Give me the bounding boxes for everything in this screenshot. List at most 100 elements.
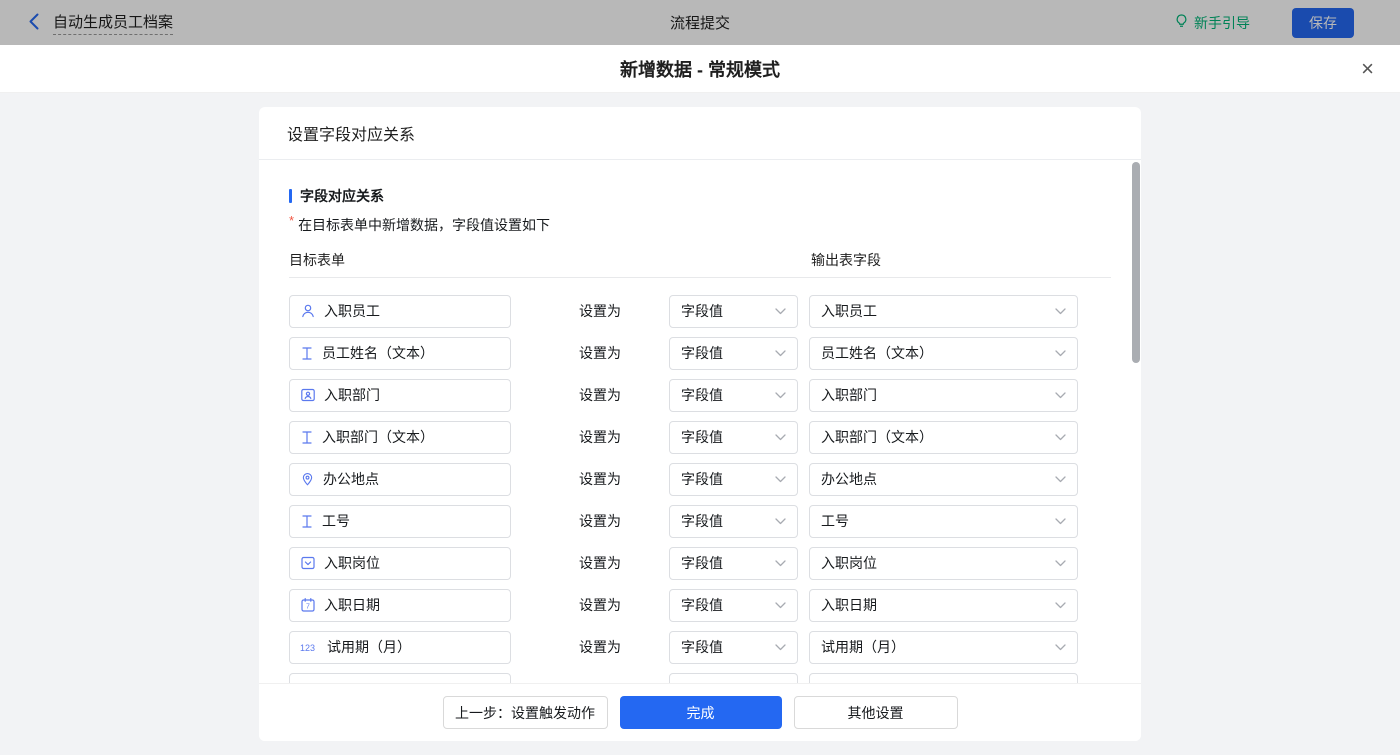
operator-select-value: 字段值 (681, 387, 723, 403)
target-field-input[interactable] (289, 672, 511, 683)
calendar-icon: 7 (300, 597, 316, 613)
set-as-label: 设置为 (579, 345, 621, 361)
field-mapping-row (289, 668, 1141, 683)
operator-select[interactable]: 字段值 (669, 588, 798, 622)
output-field-select-value: 入职岗位 (821, 555, 877, 571)
operator-select[interactable]: 字段值 (669, 420, 798, 454)
chevron-down-icon (1055, 559, 1066, 567)
chevron-down-icon (1055, 475, 1066, 483)
modal-body: 设置字段对应关系 字段对应关系 * 在目标表单中新增数据，字段值设置如下 目标表… (0, 93, 1400, 755)
field-mapping-row: 入职部门 设置为 字段值 入职部门 (289, 374, 1141, 416)
output-field-select-value: 入职日期 (821, 597, 877, 613)
field-mapping-row: 员工姓名（文本） 设置为 字段值 员工姓名（文本） (289, 332, 1141, 374)
target-field-input[interactable]: 员工姓名（文本） (289, 336, 511, 370)
operator-select-value: 字段值 (681, 429, 723, 445)
output-field-select[interactable] (809, 672, 1078, 683)
section-title: 字段对应关系 (300, 188, 384, 204)
chevron-down-icon (775, 391, 786, 399)
set-as-label: 设置为 (579, 471, 621, 487)
operator-select[interactable]: 字段值 (669, 630, 798, 664)
department-icon (300, 387, 316, 403)
output-field-select[interactable]: 办公地点 (809, 462, 1078, 496)
output-field-select[interactable]: 入职岗位 (809, 546, 1078, 580)
chevron-down-icon (775, 475, 786, 483)
svg-text:123: 123 (300, 643, 315, 653)
target-field-label: 入职岗位 (324, 555, 380, 571)
operator-select[interactable] (669, 672, 798, 683)
set-as-label: 设置为 (579, 555, 621, 571)
section-accent-bar (289, 189, 292, 203)
target-field-input[interactable]: 入职员工 (289, 294, 511, 328)
output-field-select-value: 工号 (821, 513, 849, 529)
target-field-label: 入职部门（文本） (322, 429, 434, 445)
chevron-down-icon (1055, 349, 1066, 357)
other-settings-button[interactable]: 其他设置 (793, 696, 958, 729)
chevron-down-icon (775, 349, 786, 357)
set-as-label: 设置为 (579, 597, 621, 613)
chevron-down-icon (1055, 307, 1066, 315)
column-header-output: 输出表字段 (811, 252, 881, 268)
target-field-input[interactable]: 123 试用期（月） (289, 630, 511, 664)
target-field-label: 入职部门 (324, 387, 380, 403)
operator-select[interactable]: 字段值 (669, 336, 798, 370)
operator-select-value: 字段值 (681, 303, 723, 319)
field-mapping-list: 入职员工 设置为 字段值 入职员工 员工姓名（文本） 设置为 字段值 员工姓名（文本） 入职部门… (289, 290, 1141, 683)
text-icon (300, 514, 314, 529)
output-field-select[interactable]: 员工姓名（文本） (809, 336, 1078, 370)
operator-select-value: 字段值 (681, 597, 723, 613)
field-mapping-row: 入职部门（文本） 设置为 字段值 入职部门（文本） (289, 416, 1141, 458)
svg-text:7: 7 (306, 604, 310, 611)
field-mapping-row: 入职员工 设置为 字段值 入职员工 (289, 290, 1141, 332)
user-icon (300, 303, 316, 319)
chevron-down-icon (775, 601, 786, 609)
set-as-label: 设置为 (579, 387, 621, 403)
output-field-select-value: 入职部门 (821, 387, 877, 403)
target-field-input[interactable]: 7 入职日期 (289, 588, 511, 622)
operator-select[interactable]: 字段值 (669, 294, 798, 328)
text-icon (300, 346, 314, 361)
field-mapping-row: 工号 设置为 字段值 工号 (289, 500, 1141, 542)
chevron-down-icon (1055, 391, 1066, 399)
operator-select-value: 字段值 (681, 513, 723, 529)
operator-select[interactable]: 字段值 (669, 546, 798, 580)
output-field-select[interactable]: 入职部门（文本） (809, 420, 1078, 454)
section-description: 在目标表单中新增数据，字段值设置如下 (298, 217, 551, 233)
chevron-down-icon (1055, 433, 1066, 441)
done-button[interactable]: 完成 (619, 696, 782, 729)
output-field-select[interactable]: 入职员工 (809, 294, 1078, 328)
target-field-input[interactable]: 工号 (289, 504, 511, 538)
chevron-down-icon (775, 307, 786, 315)
text-icon (300, 430, 314, 445)
target-field-label: 入职员工 (324, 303, 380, 319)
chevron-down-icon (1055, 643, 1066, 651)
panel-header-title: 设置字段对应关系 (287, 127, 416, 144)
chevron-down-icon (1055, 601, 1066, 609)
field-mapping-row: 7 入职日期 设置为 字段值 入职日期 (289, 584, 1141, 626)
operator-select[interactable]: 字段值 (669, 504, 798, 538)
output-field-select-value: 入职员工 (821, 303, 877, 319)
set-as-label: 设置为 (579, 303, 621, 319)
output-field-select[interactable]: 入职日期 (809, 588, 1078, 622)
set-as-label: 设置为 (579, 429, 621, 445)
scrollbar-thumb[interactable] (1132, 162, 1140, 363)
operator-select[interactable]: 字段值 (669, 462, 798, 496)
column-header-target: 目标表单 (289, 252, 345, 268)
target-field-input[interactable]: 入职岗位 (289, 546, 511, 580)
output-field-select[interactable]: 入职部门 (809, 378, 1078, 412)
number-icon: 123 (300, 641, 319, 653)
target-field-input[interactable]: 入职部门（文本） (289, 420, 511, 454)
panel-content: 字段对应关系 * 在目标表单中新增数据，字段值设置如下 目标表单 输出表字段 入… (259, 160, 1141, 683)
target-field-label: 试用期（月） (327, 639, 411, 655)
output-field-select[interactable]: 工号 (809, 504, 1078, 538)
output-field-select-value: 办公地点 (821, 471, 877, 487)
output-field-select[interactable]: 试用期（月） (809, 630, 1078, 664)
target-field-input[interactable]: 入职部门 (289, 378, 511, 412)
close-icon[interactable]: × (1361, 57, 1374, 80)
location-icon (300, 471, 315, 487)
field-mapping-row: 123 试用期（月） 设置为 字段值 试用期（月） (289, 626, 1141, 668)
prev-step-button[interactable]: 上一步：设置触发动作 (442, 696, 608, 729)
output-field-select-value: 试用期（月） (821, 639, 905, 655)
operator-select[interactable]: 字段值 (669, 378, 798, 412)
set-as-label: 设置为 (579, 513, 621, 529)
target-field-input[interactable]: 办公地点 (289, 462, 511, 496)
